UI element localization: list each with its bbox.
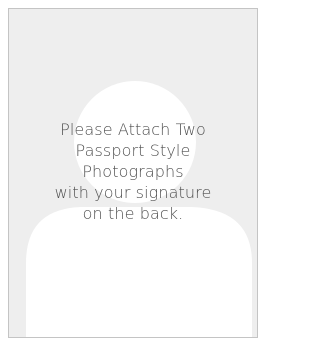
instruction-line: Passport Style xyxy=(75,141,191,160)
photo-placeholder-frame: Please Attach Two Passport Style Photogr… xyxy=(8,8,258,338)
instruction-line: Photographs xyxy=(82,162,184,181)
instruction-line: on the back. xyxy=(82,204,184,223)
photo-instruction-text: Please Attach Two Passport Style Photogr… xyxy=(9,119,257,224)
instruction-line: with your signature xyxy=(54,183,212,202)
instruction-line: Please Attach Two xyxy=(60,120,206,139)
